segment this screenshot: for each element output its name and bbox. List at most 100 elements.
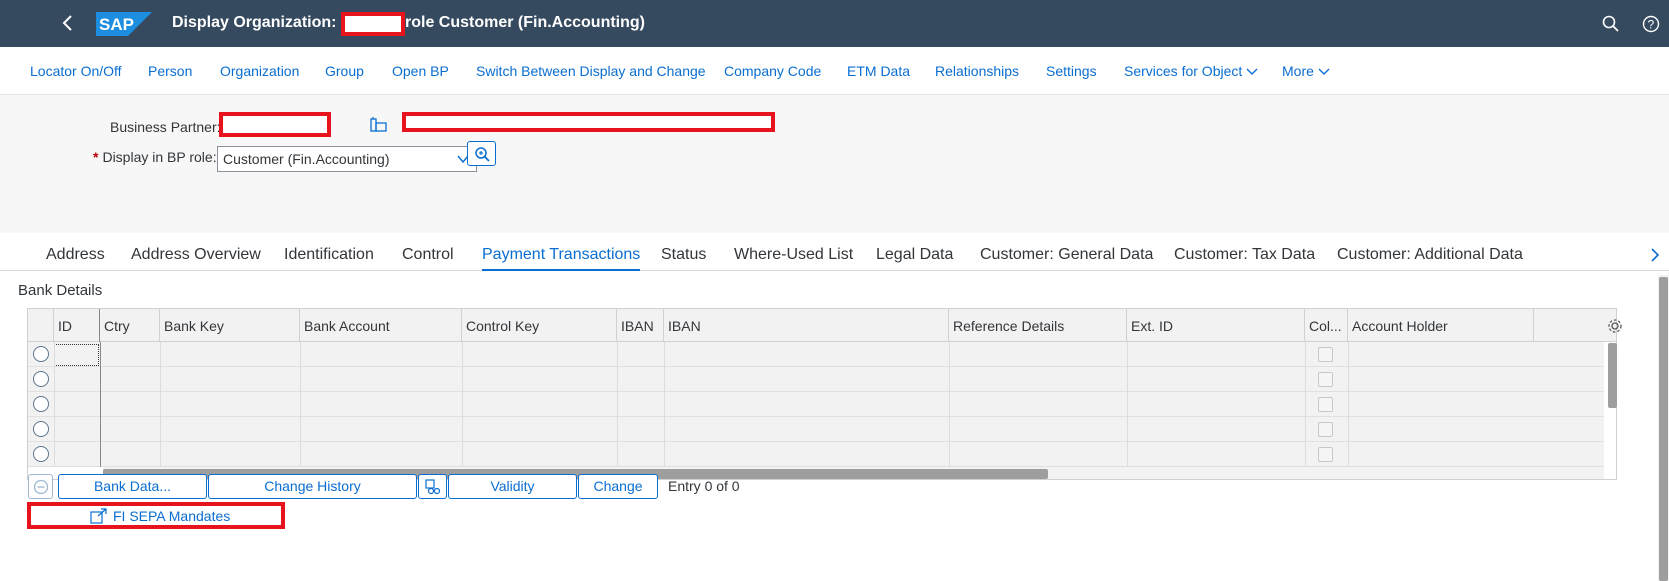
redacted-title-value	[341, 12, 405, 36]
menu-more[interactable]: More	[1282, 63, 1330, 79]
grid-line	[1305, 342, 1306, 467]
grid-line	[1348, 342, 1349, 467]
column-reference-details[interactable]: Reference Details	[949, 309, 1127, 342]
menu-etm-data[interactable]: ETM Data	[847, 63, 910, 79]
table-row[interactable]	[28, 367, 1604, 392]
menu-relationships[interactable]: Relationships	[935, 63, 1019, 79]
menu-group[interactable]: Group	[325, 63, 364, 79]
shell-bar: SAP Display Organization: role Customer …	[0, 0, 1669, 47]
grid-line	[664, 342, 665, 467]
menu-open-bp[interactable]: Open BP	[392, 63, 449, 79]
organization-icon	[370, 117, 387, 132]
menu-organization[interactable]: Organization	[220, 63, 299, 79]
role-search-button[interactable]	[467, 141, 496, 166]
tab-payment-transactions[interactable]: Payment Transactions	[482, 246, 641, 271]
gear-icon[interactable]	[1607, 318, 1623, 334]
menu-locator[interactable]: Locator On/Off	[30, 63, 122, 79]
row-select-radio[interactable]	[33, 421, 49, 437]
focused-cell[interactable]	[54, 344, 99, 366]
page-scrollbar-thumb[interactable]	[1659, 277, 1668, 581]
sap-logo-text: SAP	[99, 15, 134, 34]
sap-logo[interactable]: SAP	[96, 12, 152, 36]
search-icon[interactable]	[1602, 15, 1620, 33]
validity-button[interactable]: Validity	[448, 474, 577, 499]
grid-line	[462, 342, 463, 467]
grid-line	[617, 342, 618, 467]
page-scrollbar[interactable]	[1658, 275, 1669, 581]
menu-more-label: More	[1282, 63, 1314, 79]
help-icon[interactable]: ?	[1642, 15, 1660, 33]
required-marker: *	[93, 149, 99, 165]
column-account-holder[interactable]: Account Holder	[1348, 309, 1534, 342]
column-id[interactable]: ID	[54, 309, 100, 342]
row-select-radio[interactable]	[33, 371, 49, 387]
tab-control[interactable]: Control	[402, 246, 454, 264]
bank-details-table: ID Ctry Bank Key Bank Account Control Ke…	[27, 308, 1622, 480]
tab-address-overview[interactable]: Address Overview	[131, 246, 261, 264]
collection-checkbox[interactable]	[1318, 372, 1333, 387]
bp-role-select[interactable]: Customer (Fin.Accounting)	[217, 146, 477, 172]
menu-settings[interactable]: Settings	[1046, 63, 1097, 79]
table-row[interactable]	[28, 417, 1604, 442]
minus-circle-icon	[33, 479, 49, 495]
collection-checkbox[interactable]	[1318, 422, 1333, 437]
column-control-key[interactable]: Control Key	[462, 309, 617, 342]
grid-line	[949, 342, 950, 467]
column-iban-short[interactable]: IBAN	[617, 309, 664, 342]
fi-sepa-mandates-button[interactable]: FI SEPA Mandates	[27, 502, 285, 529]
bank-details-title: Bank Details	[18, 282, 103, 299]
tab-customer-tax-data[interactable]: Customer: Tax Data	[1174, 246, 1315, 264]
collection-checkbox[interactable]	[1318, 447, 1333, 462]
table-row[interactable]	[28, 442, 1604, 467]
column-col[interactable]: Col...	[1305, 309, 1348, 342]
row-select-radio[interactable]	[33, 446, 49, 462]
tab-bar: Address Address Overview Identification …	[0, 233, 1669, 271]
action-menu-bar: Locator On/Off Person Organization Group…	[0, 47, 1669, 95]
copy-glasses-icon	[425, 479, 441, 495]
bp-role-value: Customer (Fin.Accounting)	[223, 151, 390, 167]
copy-button[interactable]	[418, 474, 447, 499]
tab-legal-data[interactable]: Legal Data	[876, 246, 953, 264]
table-row[interactable]	[28, 342, 1604, 367]
column-ctry[interactable]: Ctry	[100, 309, 160, 342]
column-ext-id[interactable]: Ext. ID	[1127, 309, 1305, 342]
tab-customer-additional-data[interactable]: Customer: Additional Data	[1337, 246, 1523, 264]
payment-transactions-panel: Bank Details ID Ctry Bank Key Bank Accou…	[0, 271, 1660, 581]
menu-person[interactable]: Person	[148, 63, 192, 79]
column-bank-key[interactable]: Bank Key	[160, 309, 300, 342]
tab-address[interactable]: Address	[46, 246, 105, 264]
chevron-right-icon[interactable]	[1648, 248, 1662, 262]
tab-customer-general-data[interactable]: Customer: General Data	[980, 246, 1153, 264]
menu-services-label: Services for Object	[1124, 63, 1243, 79]
table-row[interactable]	[28, 392, 1604, 417]
back-icon[interactable]	[58, 13, 78, 33]
change-button[interactable]: Change	[578, 474, 658, 499]
menu-services-for-object[interactable]: Services for Object	[1124, 63, 1258, 79]
delete-row-button[interactable]	[28, 474, 53, 499]
grid-line	[100, 342, 101, 467]
collection-checkbox[interactable]	[1318, 397, 1333, 412]
entry-count: Entry 0 of 0	[668, 478, 740, 494]
column-selector	[28, 309, 54, 342]
business-partner-label: Business Partner:	[110, 119, 221, 135]
zoom-search-icon	[475, 147, 490, 162]
row-select-radio[interactable]	[33, 396, 49, 412]
tab-status[interactable]: Status	[661, 246, 706, 264]
business-partner-name-field	[402, 112, 775, 132]
bank-data-button[interactable]: Bank Data...	[58, 474, 207, 499]
tab-where-used-list[interactable]: Where-Used List	[734, 246, 853, 264]
display-role-label: * Display in BP role:	[93, 149, 217, 165]
page-title-suffix: role Customer (Fin.Accounting)	[405, 14, 645, 31]
column-iban[interactable]: IBAN	[664, 309, 949, 342]
menu-switch-display-change[interactable]: Switch Between Display and Change	[476, 63, 706, 79]
tab-identification[interactable]: Identification	[284, 246, 374, 264]
fi-sepa-mandates-label: FI SEPA Mandates	[113, 508, 231, 524]
column-bank-account[interactable]: Bank Account	[300, 309, 462, 342]
menu-company-code[interactable]: Company Code	[724, 63, 821, 79]
vertical-scrollbar-thumb[interactable]	[1608, 343, 1617, 408]
change-history-button[interactable]: Change History	[208, 474, 417, 499]
grid-line	[54, 342, 55, 467]
business-partner-field[interactable]	[219, 112, 331, 137]
row-select-radio[interactable]	[33, 346, 49, 362]
collection-checkbox[interactable]	[1318, 347, 1333, 362]
